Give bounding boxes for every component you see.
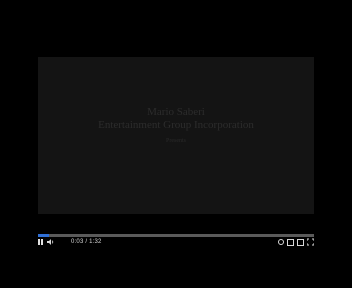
video-title-line-2: Entertainment Group Incorporation (98, 119, 254, 131)
video-title-line-3: Presents (166, 138, 186, 144)
video-frame[interactable]: Mario Saberi Entertainment Group Incorpo… (38, 57, 314, 214)
player-controls: 0:03 / 1:32 (38, 238, 315, 246)
progress-bar[interactable] (38, 234, 314, 237)
progress-fill (38, 234, 50, 237)
time-readout: 0:03 / 1:32 (71, 239, 102, 245)
volume-icon[interactable] (47, 238, 55, 246)
miniplayer-icon[interactable] (297, 238, 304, 246)
video-title-line-1: Mario Saberi (147, 106, 205, 118)
pause-icon[interactable] (38, 238, 44, 246)
captions-icon[interactable] (287, 238, 294, 246)
fullscreen-icon[interactable] (306, 238, 315, 246)
gear-icon[interactable] (278, 238, 284, 246)
